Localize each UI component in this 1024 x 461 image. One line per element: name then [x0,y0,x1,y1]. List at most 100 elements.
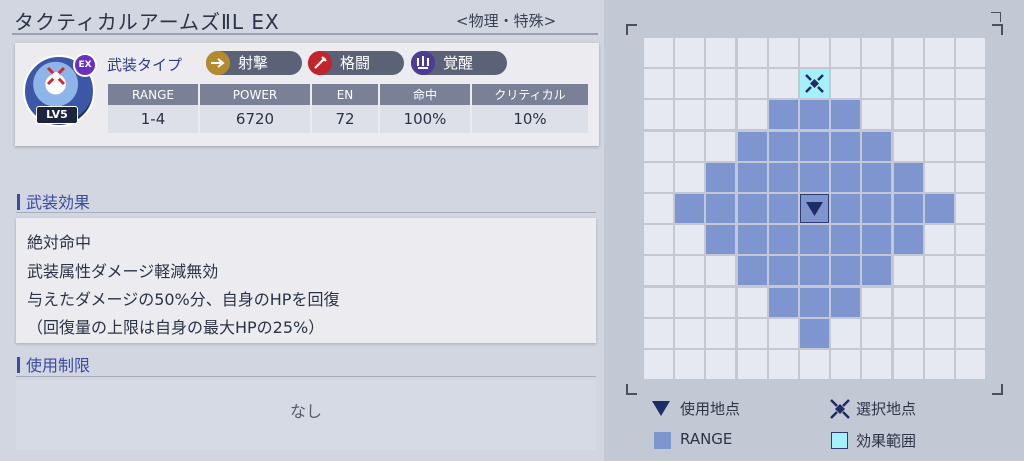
effect-area-swatch-icon [831,432,848,449]
attribute-label: <物理・特殊> [456,12,557,30]
empty-cell [894,256,923,285]
empty-cell [862,350,891,379]
grid-corner [992,24,1003,35]
empty-cell [862,288,891,317]
empty-cell [675,256,704,285]
empty-cell [925,38,954,67]
grid-corner [992,384,1003,395]
empty-cell [644,38,673,67]
stat-header-power: POWER [200,84,310,105]
empty-cell [956,350,985,379]
range-cell [831,225,860,254]
empty-cell [862,38,891,67]
empty-cell [644,69,673,98]
range-cell [738,225,767,254]
empty-cell [956,194,985,223]
empty-cell [769,38,798,67]
range-cell [769,194,798,223]
range-cell [800,256,829,285]
empty-cell [738,69,767,98]
corner-mark-icon [991,12,1001,22]
range-cell [831,132,860,161]
empty-cell [706,69,735,98]
type-chip-melee: 格闘 [308,51,404,75]
empty-cell [925,132,954,161]
effect-line: 絶対命中 [27,233,92,252]
empty-cell [956,69,985,98]
range-cell [769,225,798,254]
empty-cell [675,132,704,161]
empty-cell [675,163,704,192]
awaken-icon [411,51,435,75]
empty-cell [675,288,704,317]
empty-cell [925,350,954,379]
stat-value-accuracy: 100% [380,105,470,133]
range-cell [800,132,829,161]
empty-cell [925,163,954,192]
range-cell [800,319,829,348]
empty-cell [894,38,923,67]
empty-cell [644,288,673,317]
range-grid [644,38,988,382]
empty-cell [706,256,735,285]
empty-cell [675,38,704,67]
empty-cell [956,132,985,161]
unit-avatar-icon [46,66,66,86]
heading-bar [17,194,20,210]
empty-cell [862,100,891,129]
range-cell [894,225,923,254]
range-cell [831,256,860,285]
use-point-marker-icon [806,202,823,216]
stat-value-power: 6720 [200,105,310,133]
empty-cell [738,350,767,379]
stat-value-en: 72 [312,105,378,133]
heading-bar [17,357,20,373]
use-point-cell [800,194,829,223]
empty-cell [894,350,923,379]
empty-cell [706,38,735,67]
range-cell [800,100,829,129]
empty-cell [644,132,673,161]
grid-corner [626,24,637,35]
type-chip-awaken: 覚醒 [411,51,507,75]
range-cell [706,194,735,223]
empty-cell [925,225,954,254]
range-cell [800,288,829,317]
type-chip-shoot: 射撃 [206,51,302,75]
empty-cell [831,319,860,348]
range-cell [831,163,860,192]
empty-cell [894,132,923,161]
shoot-icon [206,51,230,75]
selected-point-cell [800,69,829,98]
range-cell [894,194,923,223]
use-point-icon [652,401,670,416]
effects-heading: 武装効果 [17,189,90,213]
range-cell [738,132,767,161]
empty-cell [894,100,923,129]
range-cell [769,288,798,317]
range-cell [675,194,704,223]
empty-cell [769,319,798,348]
empty-cell [644,163,673,192]
range-cell [738,163,767,192]
empty-cell [706,350,735,379]
range-cell [831,288,860,317]
stat-header-range: RANGE [108,84,198,105]
effect-line: 武装属性ダメージ軽減無効 [27,262,219,281]
empty-cell [644,225,673,254]
empty-cell [862,69,891,98]
range-swatch-icon [654,432,671,449]
empty-cell [956,163,985,192]
stat-header-en: EN [312,84,378,105]
range-cell [831,194,860,223]
range-cell [738,256,767,285]
title-divider [12,33,598,35]
range-cell [769,132,798,161]
empty-cell [925,100,954,129]
restrictions-text: なし [289,402,322,421]
empty-cell [644,256,673,285]
effect-line: 与えたダメージの50%分、自身のHPを回復 [27,290,340,309]
legend-use-point: 使用地点 [680,400,741,418]
empty-cell [894,69,923,98]
effects-heading-text: 武装効果 [26,193,91,212]
